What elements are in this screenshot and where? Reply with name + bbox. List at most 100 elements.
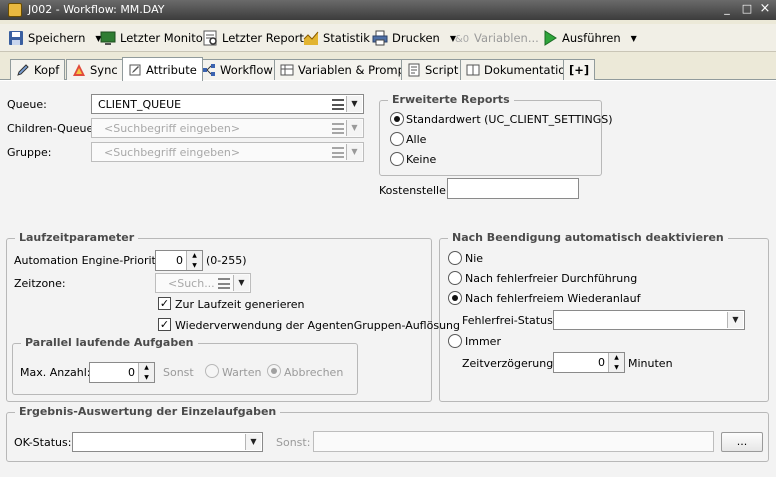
- cost-center-label: Kostenstelle:: [379, 184, 450, 197]
- tab-variables-prompts-label: Variablen & Prompts: [298, 63, 416, 77]
- list-icon[interactable]: [218, 278, 230, 289]
- save-label: Speichern: [28, 31, 86, 45]
- abort-radio[interactable]: [267, 364, 281, 378]
- timezone-label: Zeitzone:: [14, 277, 66, 290]
- spin-up-icon[interactable]: ▲: [139, 363, 154, 373]
- wait-radio[interactable]: [205, 364, 219, 378]
- deactivate-after-success-radio[interactable]: [448, 271, 462, 285]
- list-icon[interactable]: [332, 147, 344, 158]
- tab-documentation[interactable]: Dokumentation: [460, 59, 579, 80]
- tab-attribute[interactable]: Attribute: [122, 57, 203, 81]
- errorfree-status-combobox[interactable]: ▼: [553, 310, 745, 330]
- max-count-spinner[interactable]: 0 ▲ ▼: [89, 362, 155, 383]
- table-icon: [280, 64, 294, 76]
- minimize-button[interactable]: _: [720, 3, 734, 17]
- report-icon: [203, 30, 217, 46]
- tab-documentation-label: Dokumentation: [484, 63, 573, 77]
- group-combobox[interactable]: <Suchbegriff eingeben> ▼: [91, 142, 364, 162]
- otherwise-label: Sonst: [163, 366, 194, 379]
- tab-sync[interactable]: Sync: [66, 59, 124, 80]
- result-evaluation-title: Ergebnis-Auswertung der Einzelaufgaben: [15, 405, 281, 418]
- execute-dropdown-icon[interactable]: ▼: [631, 34, 637, 43]
- print-button[interactable]: Drucken ▼: [372, 29, 456, 47]
- spin-down-icon[interactable]: ▼: [609, 363, 624, 373]
- tab-script[interactable]: Script: [401, 59, 465, 80]
- chevron-down-icon[interactable]: ▼: [346, 96, 362, 112]
- last-report-button[interactable]: Letzter Report: [202, 29, 304, 47]
- children-queue-combobox[interactable]: <Suchbegriff eingeben> ▼: [91, 118, 364, 138]
- spinner-buttons[interactable]: ▲ ▼: [138, 363, 154, 382]
- generate-at-runtime-checkbox[interactable]: ✓: [158, 297, 171, 310]
- deactivate-after-restart-radio[interactable]: [448, 291, 462, 305]
- deactivate-always-radio[interactable]: [448, 334, 462, 348]
- attribute-icon: [129, 64, 141, 75]
- last-monitor-label: Letzter Monitor: [120, 31, 208, 45]
- print-label: Drucken: [392, 31, 440, 45]
- list-icon[interactable]: [332, 123, 344, 134]
- timezone-combobox[interactable]: <Such... ▼: [155, 273, 251, 293]
- close-button[interactable]: ×: [758, 2, 772, 17]
- document-icon: [466, 64, 480, 76]
- tab-workflow[interactable]: Workflow: [196, 59, 279, 80]
- reuse-agent-groups-label: Wiederverwendung der AgentenGruppen-Aufl…: [175, 319, 461, 332]
- max-count-label: Max. Anzahl:: [20, 366, 91, 379]
- save-button[interactable]: Speichern ▼: [8, 29, 102, 47]
- deactivate-never-radio[interactable]: [448, 251, 462, 265]
- generate-at-runtime-label: Zur Laufzeit generieren: [175, 298, 305, 311]
- priority-value: 0: [176, 254, 183, 267]
- group-placeholder: <Suchbegriff eingeben>: [104, 146, 241, 159]
- delay-spinner[interactable]: 0 ▲ ▼: [553, 352, 625, 373]
- tab-script-label: Script: [425, 63, 459, 77]
- reports-default-label: Standardwert (UC_CLIENT_SETTINGS): [406, 113, 613, 126]
- spin-up-icon[interactable]: ▲: [609, 353, 624, 363]
- children-queue-label: Children-Queue:: [7, 122, 97, 135]
- reports-none-radio[interactable]: [390, 152, 404, 166]
- script-icon: [408, 63, 420, 77]
- ok-status-combobox[interactable]: ▼: [72, 432, 263, 452]
- statistic-button[interactable]: Statistik: [303, 29, 370, 47]
- spinner-buttons[interactable]: ▲ ▼: [186, 251, 202, 270]
- toolbar: Speichern ▼ Letzter Monitor Letzter Repo…: [0, 24, 776, 52]
- errorfree-status-label: Fehlerfrei-Status:: [462, 314, 557, 327]
- window-title: J002 - Workflow: MM.DAY: [28, 3, 165, 16]
- queue-value: CLIENT_QUEUE: [98, 98, 182, 111]
- tab-attribute-label: Attribute: [146, 62, 197, 77]
- wait-label: Warten: [222, 366, 262, 379]
- priority-range: (0-255): [206, 254, 247, 267]
- spinner-buttons[interactable]: ▲ ▼: [608, 353, 624, 372]
- execute-button[interactable]: Ausführen ▼: [542, 29, 637, 47]
- chevron-down-icon[interactable]: ▼: [233, 275, 249, 291]
- spin-down-icon[interactable]: ▼: [187, 261, 202, 271]
- tab-variables-prompts[interactable]: Variablen & Prompts: [274, 59, 422, 80]
- chevron-down-icon[interactable]: ▼: [245, 434, 261, 450]
- list-icon[interactable]: [332, 99, 344, 110]
- chevron-down-icon[interactable]: ▼: [346, 144, 362, 160]
- queue-combobox[interactable]: CLIENT_QUEUE ▼: [91, 94, 364, 114]
- cost-center-input[interactable]: [447, 178, 579, 199]
- tab-kopf[interactable]: Kopf: [10, 59, 66, 80]
- spin-down-icon[interactable]: ▼: [139, 373, 154, 383]
- reports-all-label: Alle: [406, 133, 427, 146]
- delay-unit: Minuten: [628, 357, 673, 370]
- variables-button[interactable]: &0 Variablen...: [454, 29, 539, 47]
- chevron-down-icon[interactable]: ▼: [727, 312, 743, 328]
- maximize-button[interactable]: □: [740, 3, 754, 17]
- extended-reports-title: Erweiterte Reports: [388, 93, 514, 106]
- priority-label: Automation Engine-Priorität:: [14, 254, 171, 267]
- abort-label: Abbrechen: [284, 366, 344, 379]
- evaluation-otherwise-input[interactable]: [313, 431, 714, 452]
- execute-label: Ausführen: [562, 31, 621, 45]
- tab-strip: Kopf Sync Attribute Workflow Variablen &…: [0, 56, 776, 81]
- priority-spinner[interactable]: 0 ▲ ▼: [155, 250, 203, 271]
- browse-button[interactable]: ...: [721, 432, 763, 452]
- delay-label: Zeitverzögerung:: [462, 357, 557, 370]
- tab-sync-label: Sync: [90, 63, 118, 77]
- chevron-down-icon[interactable]: ▼: [346, 120, 362, 136]
- tab-workflow-label: Workflow: [220, 63, 273, 77]
- reports-default-radio[interactable]: [390, 112, 404, 126]
- reports-all-radio[interactable]: [390, 132, 404, 146]
- tab-add[interactable]: [+]: [563, 59, 596, 80]
- reuse-agent-groups-checkbox[interactable]: ✓: [158, 318, 171, 331]
- last-monitor-button[interactable]: Letzter Monitor: [100, 29, 208, 47]
- spin-up-icon[interactable]: ▲: [187, 251, 202, 261]
